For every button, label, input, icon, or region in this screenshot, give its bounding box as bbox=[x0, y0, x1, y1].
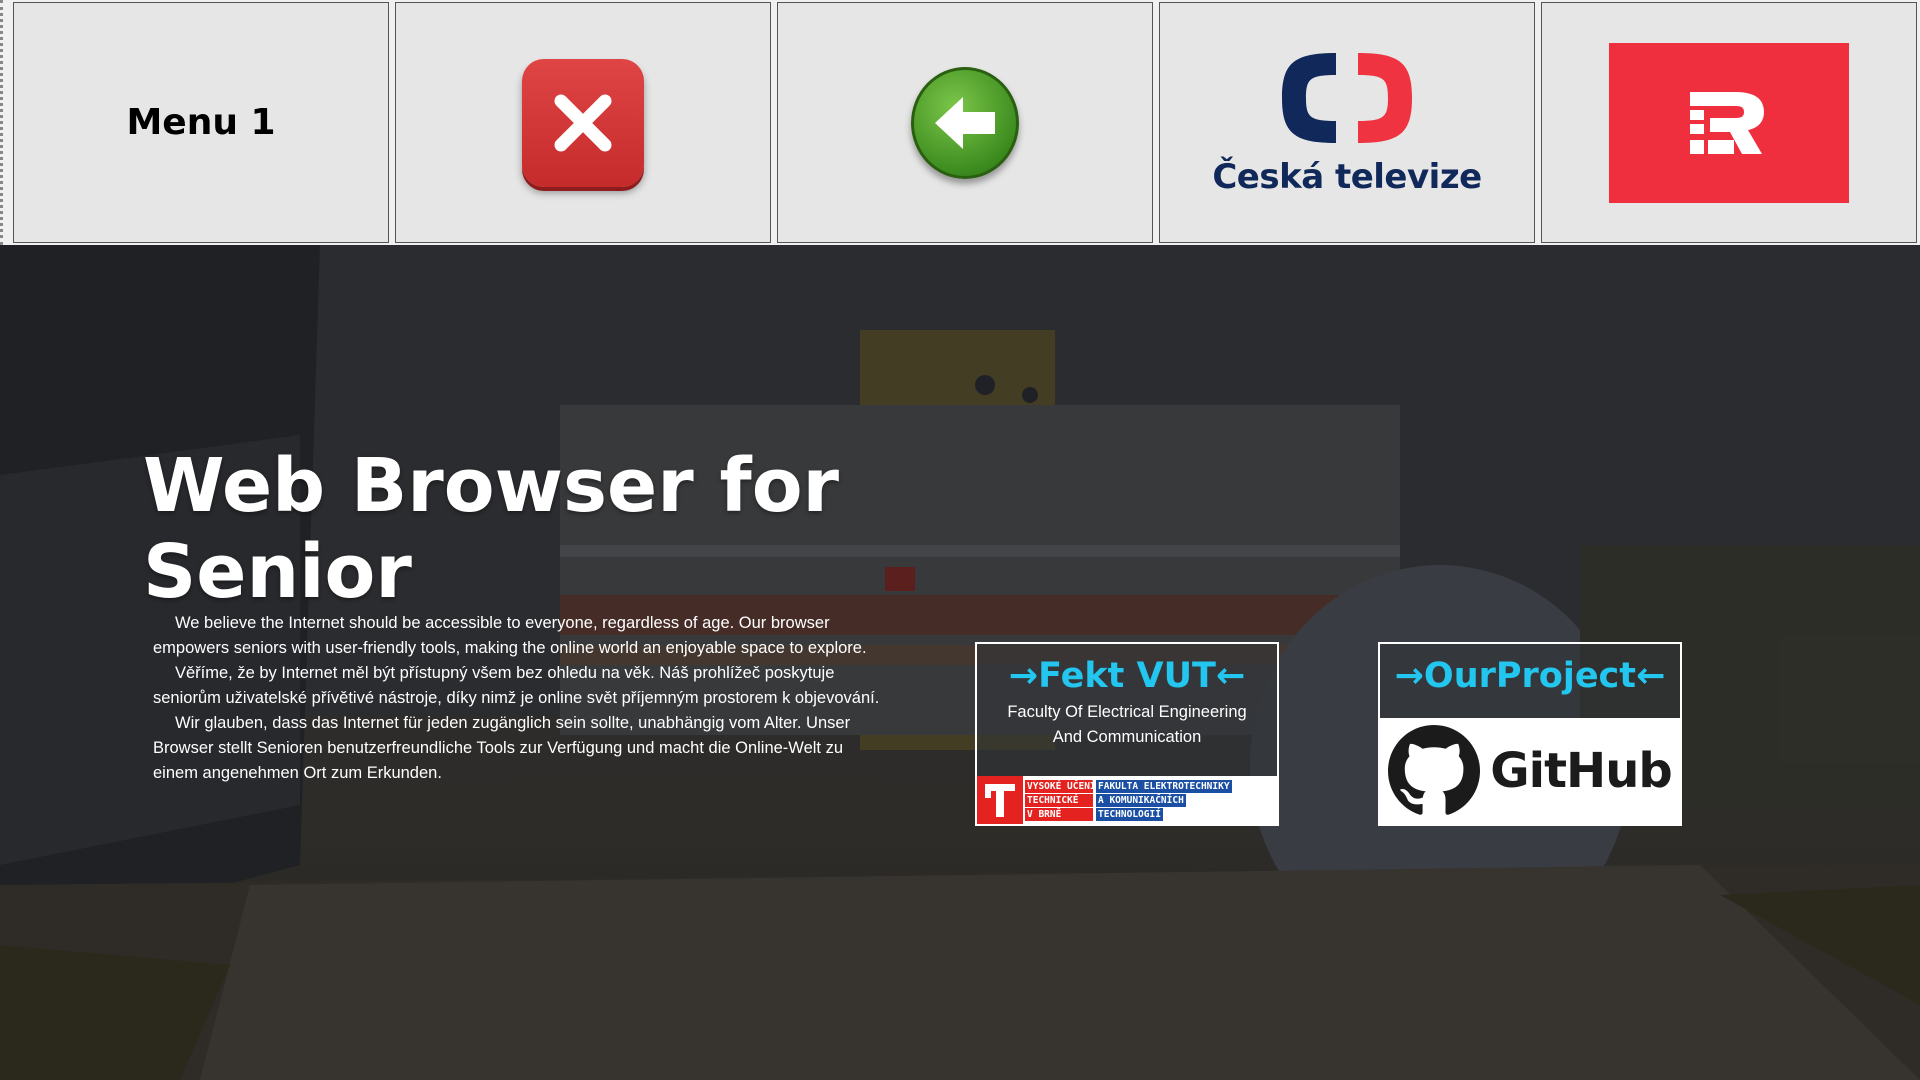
ct-logo-icon bbox=[1282, 52, 1412, 143]
hero-section: Web Browser for Senior We believe the In… bbox=[0, 245, 1920, 1080]
vut-logo-text: VYSOKÉ UČENÍ bbox=[1025, 779, 1096, 793]
fekt-subtitle-line2: And Communication bbox=[1052, 728, 1202, 746]
vut-logo-text: V BRNĚ bbox=[1025, 807, 1093, 821]
close-button[interactable] bbox=[395, 2, 771, 243]
menu-1-button[interactable]: Menu 1 bbox=[13, 2, 389, 243]
intro-paragraph-cz: Věříme, že by Internet měl být přístupný… bbox=[153, 664, 880, 707]
ct-logo-text: Česká televize bbox=[1212, 156, 1482, 197]
vut-fekt-logo: VYSOKÉ UČENÍ FAKULTA ELEKTROTECHNIKY TEC… bbox=[977, 776, 1277, 824]
fekt-logo-text: FAKULTA ELEKTROTECHNIKY bbox=[1096, 779, 1232, 793]
cesky-rozhlas-button[interactable] bbox=[1541, 2, 1917, 243]
github-octocat-icon bbox=[1388, 725, 1481, 815]
fekt-logo-text: TECHNOLOGIÍ bbox=[1096, 807, 1163, 821]
ceska-televize-button[interactable]: Česká televize bbox=[1159, 2, 1535, 243]
vut-t-icon bbox=[977, 776, 1023, 824]
fekt-vut-card[interactable]: →Fekt VUT← Faculty Of Electrical Enginee… bbox=[975, 642, 1279, 826]
back-button[interactable] bbox=[777, 2, 1153, 243]
cesky-rozhlas-logo bbox=[1609, 42, 1849, 203]
fekt-logo-text: A KOMUNIKAČNÍCH bbox=[1096, 793, 1186, 807]
intro-paragraph-de: Wir glauben, dass das Internet für jeden… bbox=[153, 714, 851, 782]
top-menu-bar: Menu 1 Česká televize bbox=[0, 0, 1920, 245]
close-x-icon bbox=[522, 58, 644, 187]
github-logo-text: GitHub bbox=[1490, 743, 1672, 799]
our-project-card[interactable]: →OurProject← GitHub bbox=[1378, 642, 1682, 826]
arrow-left-icon bbox=[911, 66, 1019, 179]
fekt-vut-title: →Fekt VUT← bbox=[1008, 656, 1246, 696]
intro-text: We believe the Internet should be access… bbox=[153, 611, 883, 786]
our-project-title: →OurProject← bbox=[1394, 656, 1666, 696]
intro-paragraph-en: We believe the Internet should be access… bbox=[153, 614, 867, 657]
vut-logo-text: TECHNICKÉ bbox=[1025, 793, 1093, 807]
github-logo: GitHub bbox=[1380, 718, 1680, 824]
fekt-subtitle-line1: Faculty Of Electrical Engineering bbox=[1007, 703, 1247, 721]
menu-1-label: Menu 1 bbox=[126, 102, 276, 143]
ceska-televize-logo: Česká televize bbox=[1212, 49, 1482, 197]
page-title: Web Browser for Senior bbox=[143, 443, 840, 615]
